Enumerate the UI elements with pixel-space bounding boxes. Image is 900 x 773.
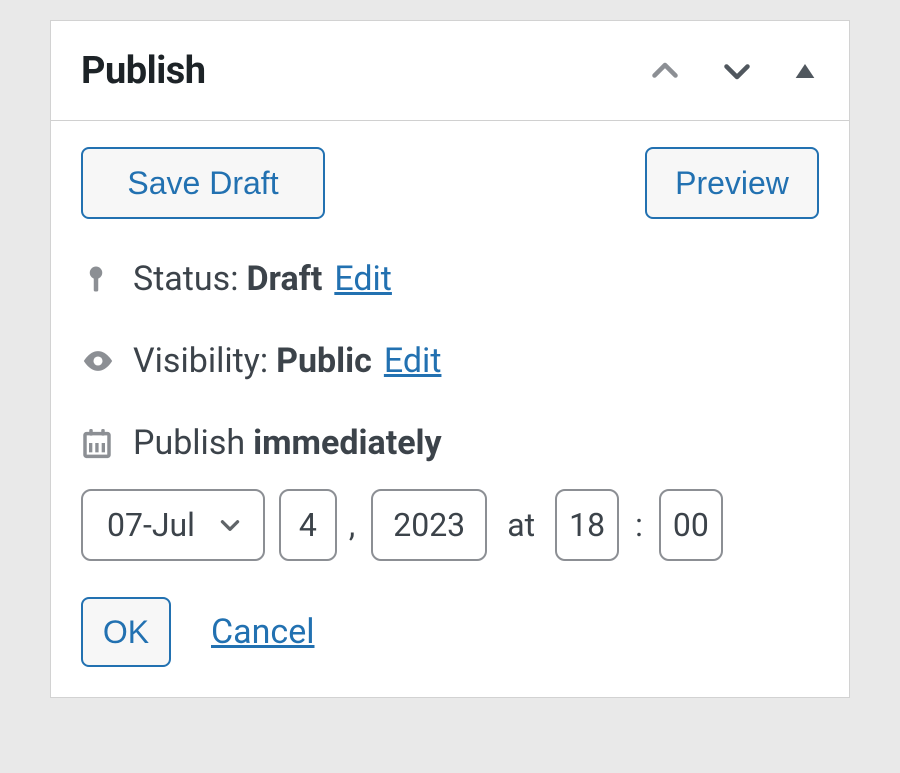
publish-panel: Publish Save Draft Preview bbox=[50, 20, 850, 698]
schedule-year-input[interactable]: 2023 bbox=[371, 489, 487, 561]
status-label: Status: bbox=[133, 259, 238, 299]
chevron-down-icon bbox=[217, 512, 243, 538]
schedule-row: 07-Jul 4 , 2023 at 18 : 00 bbox=[81, 489, 819, 561]
panel-header-controls bbox=[647, 53, 819, 89]
panel-body: Save Draft Preview Status: Draft Edit bbox=[51, 121, 849, 697]
schedule-month-select[interactable]: 07-Jul bbox=[81, 489, 265, 561]
key-icon bbox=[81, 264, 133, 294]
collapse-triangle-icon[interactable] bbox=[791, 57, 819, 85]
colon-separator: : bbox=[635, 506, 643, 544]
panel-header: Publish bbox=[51, 21, 849, 121]
panel-title: Publish bbox=[81, 49, 206, 93]
status-edit-link[interactable]: Edit bbox=[334, 259, 392, 299]
publish-label: Publish bbox=[133, 423, 245, 463]
cancel-link[interactable]: Cancel bbox=[211, 612, 315, 652]
preview-button[interactable]: Preview bbox=[645, 147, 819, 219]
ok-button[interactable]: OK bbox=[81, 597, 171, 667]
schedule-hour-input[interactable]: 18 bbox=[555, 489, 619, 561]
calendar-icon bbox=[81, 427, 133, 459]
at-label: at bbox=[507, 506, 535, 544]
status-row: Status: Draft Edit bbox=[81, 259, 819, 299]
schedule-month-value: 07-Jul bbox=[107, 506, 195, 544]
chevron-up-icon[interactable] bbox=[647, 53, 683, 89]
comma-separator: , bbox=[349, 506, 355, 544]
publish-row: Publish immediately bbox=[81, 423, 819, 463]
visibility-row: Visibility: Public Edit bbox=[81, 341, 819, 381]
visibility-value: Public bbox=[276, 341, 372, 381]
schedule-day-input[interactable]: 4 bbox=[279, 489, 337, 561]
action-buttons-row: Save Draft Preview bbox=[81, 147, 819, 219]
visibility-label: Visibility: bbox=[133, 341, 268, 381]
ok-cancel-row: OK Cancel bbox=[81, 597, 819, 667]
schedule-minute-input[interactable]: 00 bbox=[659, 489, 723, 561]
status-value: Draft bbox=[246, 259, 322, 299]
save-draft-button[interactable]: Save Draft bbox=[81, 147, 325, 219]
chevron-down-icon[interactable] bbox=[719, 53, 755, 89]
visibility-edit-link[interactable]: Edit bbox=[384, 341, 442, 381]
publish-time-word: immediately bbox=[253, 423, 442, 463]
eye-icon bbox=[81, 344, 133, 378]
